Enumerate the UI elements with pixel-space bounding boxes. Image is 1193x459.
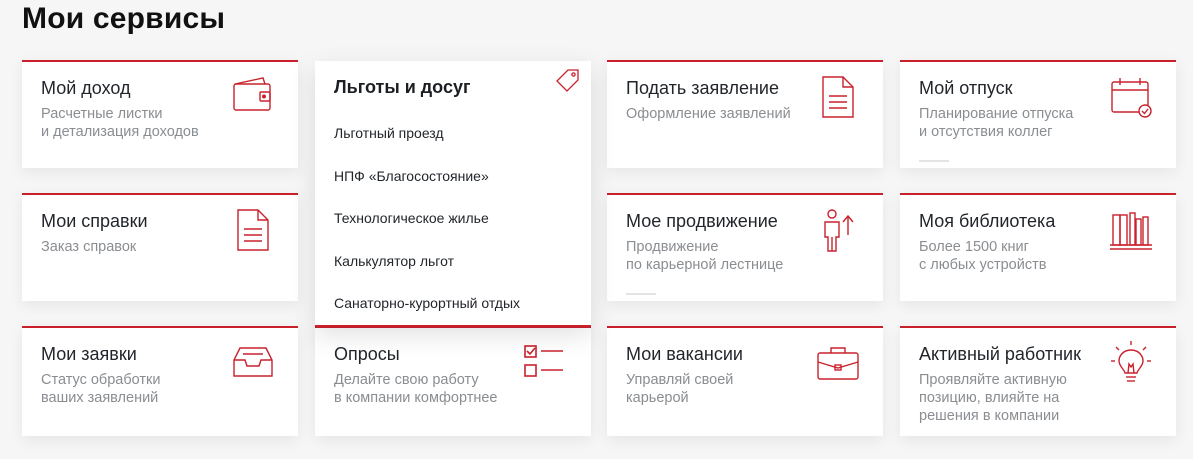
card-title: Мой доход xyxy=(41,78,131,98)
card-description: Управляй своей карьерой xyxy=(626,372,734,406)
card-active-worker[interactable]: Активный работник Проявляйте активную по… xyxy=(900,326,1176,436)
card-vacation[interactable]: Мой отпуск Планирование отпуска и отсутс… xyxy=(900,60,1176,168)
card-promotion[interactable]: Мое продвижение Продвижение по карьерной… xyxy=(607,193,883,301)
card-description: Расчетные листки и детализация доходов xyxy=(41,106,199,140)
card-title: Активный работник xyxy=(919,344,1081,364)
calendar-check-icon xyxy=(1108,74,1154,120)
card-vacancies[interactable]: Мои вакансии Управляй своей карьерой xyxy=(607,326,883,436)
card-title: Мои справки xyxy=(41,211,148,231)
card-references[interactable]: Мои справки Заказ справок xyxy=(22,193,298,301)
person-arrow-up-icon xyxy=(815,207,861,253)
card-description: Оформление заявлений xyxy=(626,106,791,122)
card-description: Статус обработки ваших заявлений xyxy=(41,372,161,406)
page-title: Мои сервисы xyxy=(22,2,226,35)
lightbulb-icon xyxy=(1108,340,1154,386)
carousel-indicator xyxy=(919,160,949,162)
card-title: Мои заявки xyxy=(41,344,137,364)
card-title: Моя библиотека xyxy=(919,211,1056,231)
benefits-menu-item[interactable]: Технологическое жилье xyxy=(334,210,520,253)
briefcase-icon xyxy=(815,340,861,386)
card-description: Продвижение по карьерной лестнице xyxy=(626,239,784,273)
card-description: Планирование отпуска и отсутствия коллег xyxy=(919,106,1074,140)
card-description: Проявляйте активную позицию, влияйте на … xyxy=(919,372,1067,424)
document-icon xyxy=(815,74,861,120)
card-title: Мое продвижение xyxy=(626,211,778,231)
card-requests[interactable]: Мои заявки Статус обработки ваших заявле… xyxy=(22,326,298,436)
card-title: Опросы xyxy=(334,344,400,364)
benefits-menu-title: Льготы и досуг xyxy=(334,77,471,97)
bookshelf-icon xyxy=(1108,207,1154,253)
benefits-menu[interactable]: Льготы и досуг Льготный проезд НПФ «Благ… xyxy=(315,61,591,327)
card-income[interactable]: Мой доход Расчетные листки и детализация… xyxy=(22,60,298,168)
card-description: Заказ справок xyxy=(41,239,137,255)
card-title: Подать заявление xyxy=(626,78,779,98)
benefits-menu-item[interactable]: Калькулятор льгот xyxy=(334,253,520,296)
checklist-icon xyxy=(523,340,569,386)
card-title: Мой отпуск xyxy=(919,78,1013,98)
inbox-tray-icon xyxy=(230,340,276,386)
wallet-icon xyxy=(230,74,276,120)
card-surveys[interactable]: Опросы Делайте свою работу в компании ко… xyxy=(315,326,591,436)
card-title: Мои вакансии xyxy=(626,344,743,364)
benefits-menu-item[interactable]: Льготный проезд xyxy=(334,125,520,168)
document-icon xyxy=(230,207,276,253)
card-library[interactable]: Моя библиотека Более 1500 книг с любых у… xyxy=(900,193,1176,301)
benefits-menu-list: Льготный проезд НПФ «Благосостояние» Тех… xyxy=(334,125,520,338)
card-description: Делайте свою работу в компании комфортне… xyxy=(334,372,498,406)
benefits-menu-item[interactable]: НПФ «Благосостояние» xyxy=(334,168,520,211)
tag-icon xyxy=(555,67,581,93)
carousel-indicator xyxy=(626,293,656,295)
benefits-menu-item[interactable]: Санаторно-курортный отдых xyxy=(334,295,520,338)
card-description: Более 1500 книг с любых устройств xyxy=(919,239,1047,273)
card-statement[interactable]: Подать заявление Оформление заявлений xyxy=(607,60,883,168)
